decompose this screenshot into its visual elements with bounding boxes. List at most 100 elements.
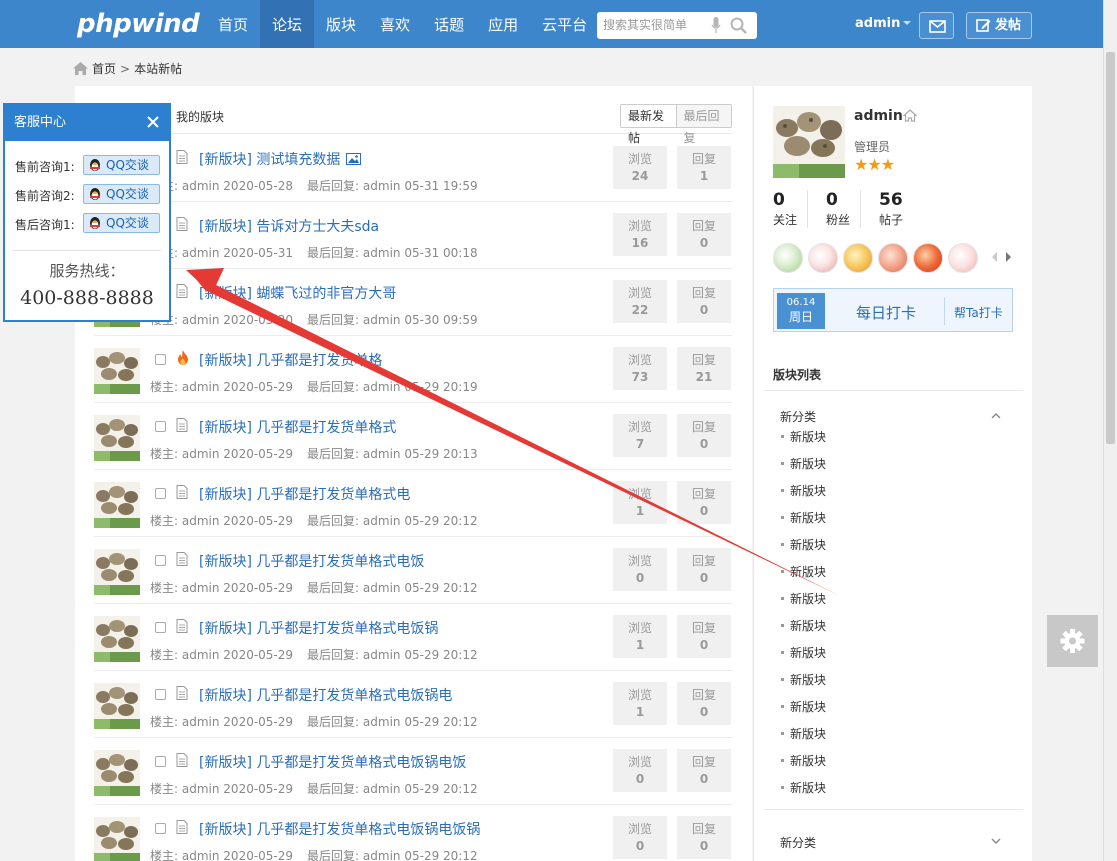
forum-category[interactable]: 新分类 bbox=[780, 408, 816, 425]
thread-last-reply[interactable]: 最后回复: admin bbox=[307, 581, 400, 595]
chevron-down-icon[interactable] bbox=[991, 836, 1001, 846]
thread-title[interactable]: [新版块] 蝴蝶飞过的非官方大哥 bbox=[199, 283, 396, 303]
qq-chat-button[interactable]: QQ交谈 bbox=[83, 155, 160, 175]
thread-title[interactable]: [新版块] 几乎都是打发货单格式电饭锅电 bbox=[199, 685, 452, 705]
new-post-button[interactable]: 发帖 bbox=[966, 12, 1032, 39]
profile-name[interactable]: admin bbox=[854, 108, 903, 124]
forum-category-2[interactable]: 新分类 bbox=[780, 834, 816, 851]
settings-button[interactable] bbox=[1047, 615, 1098, 667]
forum-item[interactable]: 新版块 bbox=[781, 779, 826, 806]
thread-title[interactable]: [新版块] 几乎都是打发货单格式 bbox=[199, 417, 396, 437]
forum-item[interactable]: 新版块 bbox=[781, 617, 826, 644]
thread-checkbox[interactable] bbox=[155, 823, 166, 834]
checkin-button[interactable]: 每日打卡 bbox=[856, 302, 916, 323]
thread-owner[interactable]: 楼主: admin bbox=[150, 648, 219, 662]
sort-last-reply-button[interactable]: 最后回复 bbox=[676, 105, 731, 145]
thread-title[interactable]: [新版块] 几乎都是打发货单格式电饭锅电饭 bbox=[199, 752, 466, 772]
thread-avatar[interactable] bbox=[94, 817, 140, 861]
forum-item[interactable]: 新版块 bbox=[781, 455, 826, 482]
stat-posts[interactable]: 56 帖子 bbox=[879, 190, 913, 228]
help-checkin-link[interactable]: 帮Ta打卡 bbox=[954, 304, 1003, 321]
thread-last-reply[interactable]: 最后回复: admin bbox=[307, 849, 400, 861]
site-logo[interactable]: phpwind bbox=[77, 9, 200, 39]
thread-avatar[interactable] bbox=[94, 482, 140, 528]
thread-avatar[interactable] bbox=[94, 415, 140, 461]
medal-pager[interactable] bbox=[992, 251, 1012, 266]
forum-item[interactable]: 新版块 bbox=[781, 563, 826, 590]
thread-last-reply[interactable]: 最后回复: admin bbox=[307, 246, 400, 260]
medal-icon[interactable] bbox=[773, 243, 803, 273]
sort-latest-button[interactable]: 最新发帖 bbox=[621, 105, 677, 145]
thread-last-reply[interactable]: 最后回复: admin bbox=[307, 782, 400, 796]
thread-last-reply[interactable]: 最后回复: admin bbox=[307, 380, 400, 394]
thread-checkbox[interactable] bbox=[155, 689, 166, 700]
nav-item[interactable]: 云平台 bbox=[530, 0, 599, 48]
thread-title[interactable]: [新版块] 几乎都是打发货单格式电饭 bbox=[199, 551, 424, 571]
profile-avatar[interactable] bbox=[773, 106, 845, 178]
thread-checkbox[interactable] bbox=[155, 622, 166, 633]
nav-item[interactable]: 话题 bbox=[422, 0, 476, 48]
thread-last-reply[interactable]: 最后回复: admin bbox=[307, 447, 400, 461]
page-scrollbar[interactable] bbox=[1103, 0, 1117, 861]
forum-item[interactable]: 新版块 bbox=[781, 536, 826, 563]
medal-icon[interactable] bbox=[808, 243, 838, 273]
thread-title[interactable]: [新版块] 几乎都是打发货单格式电饭锅电饭锅 bbox=[199, 819, 480, 839]
close-icon[interactable] bbox=[146, 115, 160, 129]
thread-last-reply[interactable]: 最后回复: admin bbox=[307, 179, 400, 193]
thread-owner[interactable]: 楼主: admin bbox=[150, 447, 219, 461]
nav-item[interactable]: 应用 bbox=[476, 0, 530, 48]
medal-icon[interactable] bbox=[913, 243, 943, 273]
thread-owner[interactable]: 楼主: admin bbox=[150, 514, 219, 528]
scrollbar-thumb[interactable] bbox=[1106, 52, 1115, 444]
thread-checkbox[interactable] bbox=[155, 488, 166, 499]
forum-item[interactable]: 新版块 bbox=[781, 428, 826, 455]
forum-item[interactable]: 新版块 bbox=[781, 590, 826, 617]
thread-last-reply[interactable]: 最后回复: admin bbox=[307, 715, 400, 729]
thread-owner[interactable]: 楼主: admin bbox=[150, 782, 219, 796]
thread-avatar[interactable] bbox=[94, 683, 140, 729]
microphone-icon[interactable] bbox=[711, 17, 721, 34]
thread-title[interactable]: [新版块] 告诉对方士大夫sda bbox=[199, 216, 379, 236]
thread-owner[interactable]: 楼主: admin bbox=[150, 581, 219, 595]
thread-avatar[interactable] bbox=[94, 750, 140, 796]
qq-chat-button[interactable]: QQ交谈 bbox=[83, 184, 160, 204]
thread-owner[interactable]: 楼主: admin bbox=[150, 849, 219, 861]
forum-item[interactable]: 新版块 bbox=[781, 698, 826, 725]
home-icon[interactable] bbox=[903, 109, 917, 122]
messages-button[interactable] bbox=[919, 12, 954, 39]
medal-icon[interactable] bbox=[948, 243, 978, 273]
thread-title[interactable]: [新版块] 测试填充数据 bbox=[199, 149, 362, 169]
stat-fans[interactable]: 0 粉丝 bbox=[826, 190, 862, 228]
forum-item[interactable]: 新版块 bbox=[781, 671, 826, 698]
user-menu[interactable]: admin bbox=[855, 16, 912, 31]
chevron-up-icon[interactable] bbox=[991, 411, 1001, 421]
breadcrumb-home[interactable]: 首页 bbox=[92, 60, 116, 77]
thread-checkbox[interactable] bbox=[155, 756, 166, 767]
thread-owner[interactable]: 楼主: admin bbox=[150, 380, 219, 394]
thread-checkbox[interactable] bbox=[155, 555, 166, 566]
thread-avatar[interactable] bbox=[94, 348, 140, 394]
thread-title[interactable]: [新版块] 几乎都是打发货单格式电 bbox=[199, 484, 410, 504]
thread-title[interactable]: [新版块] 几乎都是打发货单格式电饭锅 bbox=[199, 618, 438, 638]
forum-item[interactable]: 新版块 bbox=[781, 644, 826, 671]
search-input[interactable] bbox=[603, 16, 713, 34]
forum-item[interactable]: 新版块 bbox=[781, 482, 826, 509]
thread-checkbox[interactable] bbox=[155, 421, 166, 432]
medal-icon[interactable] bbox=[843, 243, 873, 273]
thread-avatar[interactable] bbox=[94, 616, 140, 662]
tab-my-forums[interactable]: 我的版块 bbox=[176, 108, 224, 125]
forum-item[interactable]: 新版块 bbox=[781, 509, 826, 536]
stat-following[interactable]: 0 关注 bbox=[773, 190, 809, 228]
nav-item[interactable]: 论坛 bbox=[260, 0, 315, 48]
thread-last-reply[interactable]: 最后回复: admin bbox=[307, 514, 400, 528]
qq-chat-button[interactable]: QQ交谈 bbox=[83, 213, 160, 233]
nav-item[interactable]: 首页 bbox=[206, 0, 260, 48]
carousel-arrows-icon[interactable] bbox=[992, 251, 1012, 263]
search-icon[interactable] bbox=[730, 17, 748, 35]
thread-last-reply[interactable]: 最后回复: admin bbox=[307, 648, 400, 662]
thread-avatar[interactable] bbox=[94, 549, 140, 595]
thread-title[interactable]: [新版块] 几乎都是打发货单格 bbox=[199, 350, 382, 370]
forum-item[interactable]: 新版块 bbox=[781, 752, 826, 779]
forum-item[interactable]: 新版块 bbox=[781, 725, 826, 752]
nav-item[interactable]: 喜欢 bbox=[368, 0, 422, 48]
